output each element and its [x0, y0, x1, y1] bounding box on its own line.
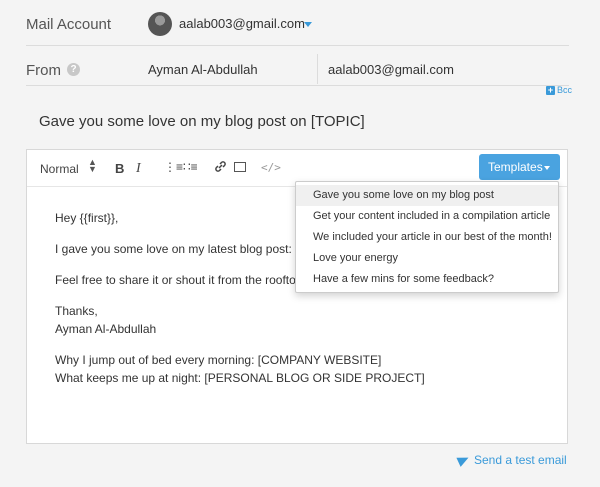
templates-label: Templates [488, 160, 543, 174]
chevron-down-icon[interactable] [304, 22, 312, 27]
account-email[interactable]: aalab003@gmail.com [179, 16, 305, 31]
mail-account-row: Mail Account aalab003@gmail.com [0, 0, 600, 46]
menu-item[interactable]: Get your content included in a compilati… [296, 206, 558, 227]
format-select[interactable]: Normal [40, 162, 79, 176]
plus-icon: + [546, 84, 555, 95]
help-icon[interactable]: ? [67, 63, 80, 76]
paper-plane-icon [456, 453, 471, 467]
menu-item[interactable]: Have a few mins for some feedback? [296, 269, 558, 290]
templates-button[interactable]: Templates [479, 154, 560, 180]
code-icon[interactable]: </> [261, 161, 281, 174]
link-icon[interactable] [214, 160, 227, 176]
avatar[interactable] [148, 12, 172, 36]
from-name-field[interactable]: Ayman Al-Abdullah [148, 62, 258, 77]
ordered-list-icon[interactable]: ⋮≡ [164, 160, 183, 174]
menu-item[interactable]: We included your article in our best of … [296, 227, 558, 248]
menu-item[interactable]: Love your energy [296, 248, 558, 269]
divider [26, 85, 569, 86]
from-label: From [26, 62, 61, 79]
menu-item[interactable]: Gave you some love on my blog post [296, 185, 558, 206]
updown-caret-icon[interactable]: ▲ ▼ [88, 158, 97, 174]
divider [317, 54, 318, 84]
templates-menu: Gave you some love on my blog post Get y… [295, 181, 559, 293]
send-test-label: Send a test email [474, 453, 567, 467]
image-icon[interactable] [234, 162, 246, 172]
italic-button[interactable]: I [136, 161, 141, 177]
bcc-button[interactable]: + Bcc [546, 85, 572, 95]
subject-field[interactable]: Gave you some love on my blog post on [T… [39, 113, 365, 130]
body-ps: What keeps me up at night: [PERSONAL BLO… [55, 371, 425, 385]
send-test-email-link[interactable]: Send a test email [456, 453, 567, 467]
body-signature: Ayman Al-Abdullah [55, 322, 157, 336]
bold-button[interactable]: B [115, 161, 124, 176]
chevron-down-icon [544, 166, 550, 170]
bullet-list-icon[interactable]: ∷≡ [183, 160, 198, 174]
from-email-field[interactable]: aalab003@gmail.com [328, 62, 454, 77]
bcc-label: Bcc [557, 85, 573, 95]
mail-account-label: Mail Account [26, 16, 112, 33]
body-ps: Why I jump out of bed every morning: [CO… [55, 353, 382, 367]
divider [26, 45, 569, 46]
body-signoff: Thanks, [55, 304, 98, 318]
